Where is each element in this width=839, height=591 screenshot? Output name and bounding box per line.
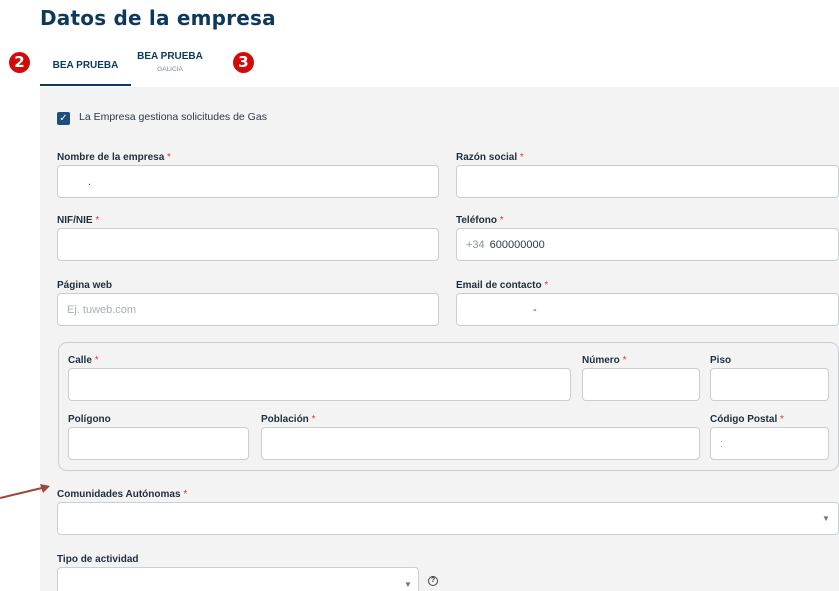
website-placeholder: Ej. tuweb.com — [67, 303, 137, 316]
phone-label: Teléfono * — [456, 215, 504, 226]
website-label: Página web — [57, 280, 113, 291]
postal-code-input[interactable]: : — [710, 427, 829, 460]
number-label: Número * — [582, 355, 627, 366]
number-input[interactable] — [582, 368, 700, 401]
email-label: Email de contacto * — [456, 280, 549, 291]
chevron-down-icon[interactable]: ▼ — [404, 580, 412, 589]
activity-label: Tipo de actividad — [57, 554, 139, 565]
annotation-arrow — [0, 484, 50, 499]
town-label: Población * — [261, 414, 316, 425]
annotation-badge-2: 2 — [9, 52, 30, 73]
activity-select[interactable] — [57, 567, 419, 591]
nif-label: NIF/NIE * — [57, 215, 100, 226]
region-label: Comunidades Autónomas * — [57, 489, 188, 500]
floor-label: Piso — [710, 355, 732, 366]
polygon-input[interactable] — [68, 427, 249, 460]
check-icon: ✓ — [59, 113, 68, 124]
chevron-down-icon[interactable]: ▼ — [822, 514, 830, 523]
help-icon[interactable]: ? — [428, 576, 438, 586]
page-title: Datos de la empresa — [40, 6, 276, 30]
polygon-label: Polígono — [68, 414, 111, 425]
company-name-label: Nombre de la empresa * — [57, 152, 171, 163]
annotation-badge-3: 3 — [233, 52, 254, 73]
gas-checkbox[interactable]: ✓ — [57, 112, 70, 125]
floor-input[interactable] — [710, 368, 829, 401]
postal-code-label: Código Postal * — [710, 414, 784, 425]
website-input[interactable]: Ej. tuweb.com — [57, 293, 439, 326]
region-select[interactable] — [57, 502, 839, 535]
business-name-input[interactable] — [456, 165, 839, 198]
tab-label: BEA PRUEBA — [137, 51, 203, 62]
tab-label: BEA PRUEBA — [52, 60, 119, 71]
tab-bea-prueba-galicia[interactable]: BEA PRUEBA GALICIA — [133, 51, 207, 73]
gas-checkbox-label: La Empresa gestiona solicitudes de Gas — [79, 111, 267, 123]
tab-bea-prueba[interactable]: BEA PRUEBA — [40, 46, 131, 86]
tab-sublabel: GALICIA — [157, 66, 183, 73]
email-input[interactable]: - — [456, 293, 839, 326]
phone-input[interactable]: +34 600000000 — [456, 228, 839, 261]
business-name-label: Razón social * — [456, 152, 524, 163]
nif-input[interactable] — [57, 228, 439, 261]
street-label: Calle * — [68, 355, 99, 366]
company-name-input[interactable]: . — [57, 165, 439, 198]
street-input[interactable] — [68, 368, 571, 401]
phone-prefix: +34 — [466, 238, 485, 251]
town-input[interactable] — [261, 427, 700, 460]
